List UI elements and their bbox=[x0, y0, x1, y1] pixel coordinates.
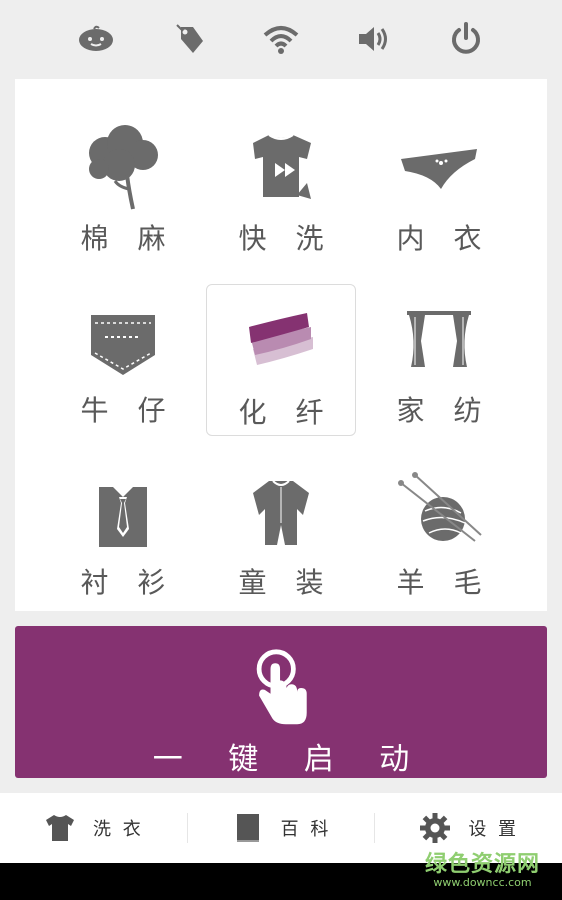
program-label: 快 洗 bbox=[238, 222, 334, 255]
tab-laundry[interactable]: 洗 衣 bbox=[0, 793, 187, 863]
program-label: 家 纺 bbox=[396, 394, 492, 427]
start-label: 一 键 启 动 bbox=[152, 742, 428, 777]
program-kids-wear[interactable]: 童 装 bbox=[206, 461, 356, 613]
program-shirt[interactable]: 衬 衫 bbox=[48, 461, 198, 613]
power-icon[interactable] bbox=[444, 17, 488, 61]
curtains-icon bbox=[391, 291, 487, 387]
program-underwear[interactable]: 内 衣 bbox=[364, 117, 514, 269]
one-key-start-button[interactable]: 一 键 启 动 bbox=[15, 626, 547, 778]
tab-label: 洗 衣 bbox=[92, 819, 144, 840]
volume-icon[interactable] bbox=[351, 17, 395, 61]
tab-encyclopedia[interactable]: 百 科 bbox=[188, 793, 375, 863]
program-home-textile[interactable]: 家 纺 bbox=[364, 289, 514, 441]
cotton-plant-icon bbox=[75, 119, 171, 215]
program-wool[interactable]: 羊 毛 bbox=[364, 461, 514, 613]
wifi-icon[interactable] bbox=[259, 17, 303, 61]
program-label: 童 装 bbox=[238, 566, 334, 599]
gear-icon bbox=[420, 813, 451, 843]
watermark-url: www.downcc.com bbox=[433, 876, 532, 889]
program-quick-wash[interactable]: 快 洗 bbox=[206, 117, 356, 269]
book-icon bbox=[236, 814, 259, 842]
program-denim[interactable]: 牛 仔 bbox=[48, 289, 198, 441]
wash-program-grid: 棉 麻 快 洗 内 衣 牛 仔 化 纤 家 纺 衬 衫 童 装 羊 毛 bbox=[15, 79, 547, 611]
program-cotton-linen[interactable]: 棉 麻 bbox=[48, 117, 198, 269]
tab-label: 百 科 bbox=[280, 819, 332, 840]
program-label: 棉 麻 bbox=[80, 222, 176, 255]
underwear-icon bbox=[391, 119, 487, 215]
status-bar bbox=[0, 0, 562, 78]
program-label: 衬 衫 bbox=[80, 566, 176, 599]
program-label: 化 纤 bbox=[238, 396, 334, 429]
program-label: 羊 毛 bbox=[396, 566, 492, 599]
program-label: 牛 仔 bbox=[80, 394, 176, 427]
tshirt-fast-forward-icon bbox=[233, 119, 329, 215]
watermark-title: 绿色资源网 bbox=[424, 852, 540, 877]
touch-hand-icon bbox=[256, 649, 307, 725]
shirt-tie-icon bbox=[75, 463, 171, 559]
yarn-ball-icon bbox=[391, 463, 487, 559]
jeans-pocket-icon bbox=[75, 291, 171, 387]
tab-label: 设 置 bbox=[468, 819, 520, 840]
price-tag-icon[interactable] bbox=[167, 17, 211, 61]
program-label: 内 衣 bbox=[396, 222, 492, 255]
baby-face-icon[interactable] bbox=[74, 17, 118, 61]
watermark: 绿色资源网 www.downcc.com bbox=[425, 846, 540, 889]
tshirt-icon bbox=[45, 815, 74, 841]
program-synthetic[interactable]: 化 纤 bbox=[206, 284, 356, 436]
baby-romper-icon bbox=[233, 463, 329, 559]
fabric-layers-icon bbox=[233, 293, 329, 389]
